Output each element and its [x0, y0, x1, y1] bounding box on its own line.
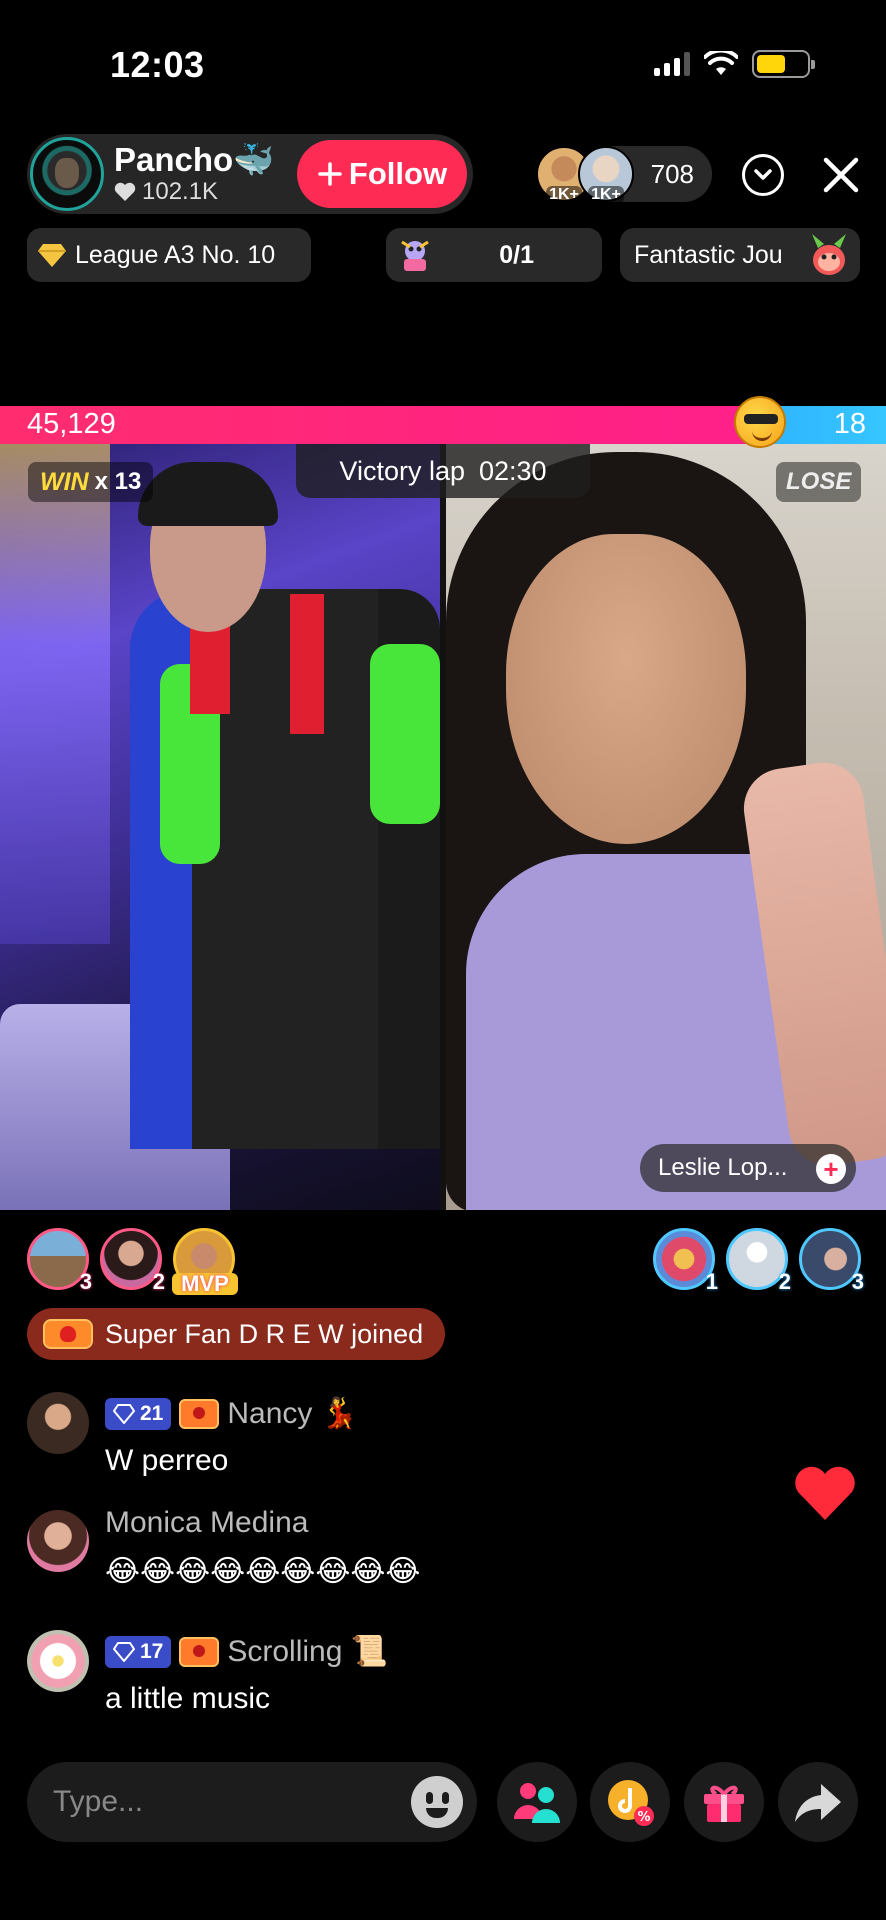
goal-pill[interactable]: 0/1: [386, 228, 602, 282]
wifi-icon: [704, 51, 738, 75]
host-likes: 102.1K: [114, 178, 274, 206]
top-viewers[interactable]: 1K+ 1K+: [536, 146, 736, 204]
viewer-badge: 1K+: [588, 186, 624, 204]
left-supporter-avatar[interactable]: 2: [100, 1228, 165, 1294]
host-avatar[interactable]: [30, 137, 104, 211]
win-streak-badge: WIN x 13: [28, 462, 154, 502]
win-label: WIN: [40, 467, 89, 496]
victory-lap-label: Victory lap: [339, 455, 465, 486]
opponent-name: Leslie Lop...: [658, 1154, 788, 1181]
collapse-button[interactable]: [742, 154, 784, 196]
chevron-down-icon: [754, 169, 772, 180]
right-supporter-avatar[interactable]: 2: [726, 1228, 791, 1294]
join-banner: Super Fan D R E W joined: [27, 1308, 446, 1360]
comment-input[interactable]: Type...: [27, 1762, 477, 1842]
comment-text: W perreo: [105, 1444, 229, 1477]
commenter-avatar[interactable]: [27, 1392, 89, 1454]
commenter-name[interactable]: Scrolling 📜: [227, 1634, 388, 1669]
follow-opponent-plus-icon[interactable]: +: [816, 1154, 846, 1184]
fan-badge-icon: [179, 1636, 220, 1667]
host-likes-count: 102.1K: [142, 178, 219, 205]
share-icon: [795, 1784, 841, 1822]
comment-text: a little music: [105, 1682, 271, 1715]
commenter-avatar[interactable]: [27, 1630, 89, 1692]
comment-input-placeholder: Type...: [53, 1785, 144, 1818]
super-fan-badge-icon: [43, 1319, 93, 1349]
host-video[interactable]: [0, 444, 440, 1210]
supporter-rank: 3: [79, 1269, 92, 1294]
viewer-badge: 1K+: [546, 186, 582, 204]
commenter-avatar[interactable]: [27, 1510, 89, 1572]
left-supporter-avatar[interactable]: 3: [27, 1228, 92, 1294]
follow-button[interactable]: Follow: [297, 140, 467, 208]
heart-icon: [114, 182, 136, 201]
mvp-badge: MVP: [172, 1271, 238, 1296]
status-time: 12:03: [110, 44, 205, 85]
right-supporter-avatar[interactable]: 3: [799, 1228, 864, 1294]
gift-icon: [704, 1785, 744, 1822]
close-icon[interactable]: [818, 152, 864, 198]
follow-label: Follow: [348, 156, 448, 191]
right-supporter-avatar[interactable]: 1: [653, 1228, 718, 1294]
win-count: x 13: [94, 468, 142, 495]
diamond-icon: [38, 244, 66, 267]
level-number: 21: [140, 1401, 164, 1425]
left-supporter-avatar[interactable]: MVP: [172, 1228, 238, 1296]
right-score: 18: [833, 408, 866, 440]
share-button[interactable]: [778, 1762, 858, 1842]
fan-badge-icon: [179, 1398, 220, 1429]
status-icons: [654, 50, 815, 78]
left-score: 45,129: [27, 408, 116, 440]
supporter-rank: 1: [705, 1269, 718, 1294]
victory-lap-time: 02:30: [478, 455, 547, 486]
join-text: Super Fan D R E W joined: [105, 1318, 424, 1349]
goal-gift-icon: [401, 240, 429, 271]
battle-divider-emoji-icon: [734, 396, 786, 448]
gift-button[interactable]: [684, 1762, 764, 1842]
opponent-name-pill[interactable]: Leslie Lop... +: [640, 1144, 856, 1192]
coin-button[interactable]: %: [590, 1762, 670, 1842]
battery-icon: [752, 50, 815, 78]
plus-icon: [318, 162, 342, 186]
goal-progress: 0/1: [499, 240, 534, 269]
comment-text: 😂😂😂😂😂😂😂😂😂: [105, 1555, 421, 1588]
host-info-pill[interactable]: Pancho🐳 102.1K Follow: [27, 134, 473, 214]
level-badge: 17: [105, 1635, 172, 1668]
supporter-rank: 3: [851, 1269, 864, 1294]
diamond-icon: [113, 1403, 135, 1424]
battle-bar-left: 45,129: [0, 406, 760, 444]
emoji-icon[interactable]: [411, 1776, 463, 1828]
signal-icon: [654, 52, 690, 76]
journey-pill[interactable]: Fantastic Jou: [620, 228, 860, 282]
multi-guest-button[interactable]: [497, 1762, 577, 1842]
svg-text:%: %: [637, 1810, 650, 1825]
journey-character-icon: [812, 234, 846, 275]
league-pill[interactable]: League A3 No. 10: [27, 228, 311, 282]
lose-badge: LOSE: [776, 462, 862, 502]
victory-lap-timer: Victory lap 02:30: [296, 444, 590, 498]
league-label: League A3 No. 10: [75, 240, 276, 269]
heart-float-icon: [795, 1466, 855, 1520]
level-number: 17: [140, 1639, 164, 1663]
supporter-rank: 2: [778, 1269, 791, 1294]
top-viewer-avatar[interactable]: 1K+: [578, 146, 634, 204]
tiktok-coin-icon: %: [608, 1780, 654, 1826]
diamond-icon: [113, 1641, 135, 1662]
multi-guest-icon: [514, 1783, 560, 1823]
journey-label: Fantastic Jou: [634, 240, 783, 269]
commenter-name[interactable]: Monica Medina: [105, 1506, 308, 1540]
opponent-video[interactable]: [446, 444, 886, 1210]
commenter-name[interactable]: Nancy 💃: [227, 1396, 358, 1431]
supporter-rank: 2: [152, 1269, 165, 1294]
level-badge: 21: [105, 1397, 172, 1430]
host-name[interactable]: Pancho🐳: [114, 142, 274, 178]
